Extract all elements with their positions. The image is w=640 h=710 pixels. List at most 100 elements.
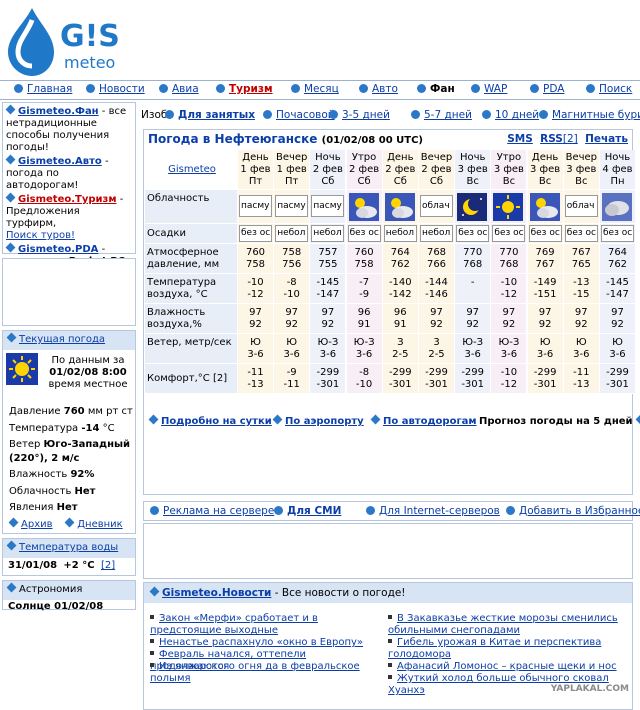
nav-label[interactable]: Поиск bbox=[599, 83, 632, 95]
nav-item-5[interactable]: Авто bbox=[359, 83, 398, 99]
nav-label[interactable]: Месяц bbox=[304, 83, 339, 95]
service-link-label[interactable]: Для Internet-серверов bbox=[379, 505, 500, 517]
nav-label[interactable]: Авиа bbox=[172, 83, 199, 95]
tab-5[interactable]: 10 дней bbox=[482, 109, 539, 121]
forecast-footer-link-2[interactable]: По автодорогам bbox=[370, 414, 477, 427]
nav-label[interactable]: PDA bbox=[543, 83, 564, 95]
news-link[interactable]: Гибель урожая в Китае и перспектива голо… bbox=[388, 637, 601, 660]
nav-label[interactable]: Главная bbox=[27, 83, 72, 95]
nav-label[interactable]: WAP bbox=[484, 83, 507, 95]
news-item[interactable]: Из январского огня да в февральское полы… bbox=[150, 661, 382, 685]
nav-item-2[interactable]: Авиа bbox=[159, 83, 199, 99]
nav-item-8[interactable]: PDA bbox=[530, 83, 564, 99]
rss-note[interactable]: [2] bbox=[563, 133, 578, 145]
cell-press: 764 762 bbox=[382, 244, 418, 274]
promo-title-link[interactable]: Gismeteo.Авто bbox=[18, 156, 102, 167]
nav-item-6[interactable]: Фан bbox=[417, 83, 455, 99]
tab-label[interactable]: 10 дней bbox=[495, 109, 539, 121]
row-label-hum: Влажность воздуха,% bbox=[145, 304, 237, 334]
tab-label[interactable]: Магнитные бури bbox=[552, 109, 640, 121]
tab-6[interactable]: Магнитные бури bbox=[539, 109, 640, 121]
news-link[interactable]: Афанасий Ломонос – красные щеки и нос bbox=[397, 661, 617, 672]
pressure-max: 768 bbox=[426, 247, 447, 258]
comfort-min: -13 bbox=[247, 379, 264, 390]
news-link[interactable]: Закон «Мерфи» сработает и в предстоящие … bbox=[150, 613, 318, 636]
nav-item-4[interactable]: Месяц bbox=[291, 83, 339, 99]
tab-label[interactable]: Почасовой bbox=[276, 109, 335, 121]
service-link-1[interactable]: Для СМИ bbox=[274, 505, 341, 517]
water-temp-note[interactable]: [2] bbox=[101, 560, 115, 571]
forecast-title: Погода в Нефтеюганске bbox=[148, 132, 318, 146]
tab-label[interactable]: Изоб bbox=[141, 109, 167, 121]
news-item[interactable]: Закон «Мерфи» сработает и в предстоящие … bbox=[150, 613, 382, 637]
promo-title-link[interactable]: Gismeteo.PDA bbox=[18, 244, 98, 255]
current-weather-link[interactable]: Текущая погода bbox=[19, 334, 105, 345]
forecast-footer-link-0[interactable]: Подробно на сутки bbox=[148, 414, 272, 427]
nav-item-3[interactable]: Туризм bbox=[216, 83, 273, 99]
forecast-footer-link-3[interactable]: Прогноз погоды на 5 дней bbox=[479, 414, 640, 427]
service-link-2[interactable]: Для Internet-серверов bbox=[366, 505, 500, 517]
svg-text:G!S: G!S bbox=[60, 19, 120, 54]
footer-link-label[interactable]: По аэропорту bbox=[285, 416, 364, 427]
gismeteo-brand-cell[interactable]: Gismeteo bbox=[145, 150, 237, 190]
news-item[interactable]: Афанасий Ломонос – красные щеки и нос bbox=[388, 661, 628, 673]
tab-2[interactable]: Почасовой bbox=[263, 109, 335, 121]
promo-title-link[interactable]: Gismeteo.Туризм bbox=[18, 194, 117, 205]
promo-link[interactable]: Поиск туров! bbox=[6, 230, 75, 241]
tab-1[interactable]: Для занятых bbox=[165, 109, 255, 121]
cell-head: День 1 фев Пт bbox=[238, 150, 273, 190]
archive-link[interactable]: Архив bbox=[21, 519, 53, 530]
rss-link[interactable]: RSS bbox=[540, 133, 563, 145]
weekday-label: Вс bbox=[502, 176, 516, 187]
news-item[interactable]: В Закавказье жесткие морозы сменились об… bbox=[388, 613, 628, 637]
diary-link[interactable]: Дневник bbox=[77, 519, 122, 530]
tab-0[interactable]: Изоб bbox=[141, 109, 167, 121]
nav-label[interactable]: Новости bbox=[99, 83, 145, 95]
nav-label[interactable]: Авто bbox=[372, 83, 398, 95]
print-link[interactable]: Печать bbox=[585, 133, 628, 145]
news-item[interactable]: Ненастье распахнуло «окно в Европу» bbox=[150, 637, 382, 649]
news-link[interactable]: В Закавказье жесткие морозы сменились об… bbox=[388, 613, 618, 636]
cell-press: 760 758 bbox=[346, 244, 382, 274]
period-label: Утро bbox=[496, 152, 522, 163]
precipitation-text: без ос bbox=[492, 225, 526, 242]
news-link[interactable]: Ненастье распахнуло «окно в Европу» bbox=[159, 637, 363, 648]
humidity-max: 97 bbox=[249, 307, 262, 318]
footer-link-label[interactable]: Подробно на сутки bbox=[161, 416, 272, 427]
promo-title-link[interactable]: Gismeteo.Фан bbox=[18, 106, 99, 117]
wind-speed: 3-6 bbox=[536, 349, 554, 360]
footer-link-label[interactable]: По автодорогам bbox=[383, 416, 477, 427]
nav-label[interactable]: Фан bbox=[430, 83, 455, 95]
news-item[interactable]: Гибель урожая в Китае и перспектива голо… bbox=[388, 637, 628, 661]
tab-label[interactable]: Для занятых bbox=[178, 109, 255, 121]
nav-item-9[interactable]: Поиск bbox=[586, 83, 632, 99]
service-link-label[interactable]: Реклама на сервере bbox=[163, 505, 274, 517]
nav-item-0[interactable]: Главная bbox=[14, 83, 72, 99]
service-link-label[interactable]: Для СМИ bbox=[287, 505, 341, 517]
news-link[interactable]: Из январского огня да в февральское полы… bbox=[150, 661, 360, 684]
humidity-min: 92 bbox=[502, 319, 516, 330]
nav-label[interactable]: Туризм bbox=[229, 83, 273, 95]
arrow-icon bbox=[272, 414, 283, 425]
sms-link[interactable]: SMS bbox=[507, 133, 533, 145]
forecast-footer-link-1[interactable]: По аэропорту bbox=[272, 414, 364, 427]
footer-link-label[interactable]: Прогноз погоды на 5 дней bbox=[479, 416, 633, 427]
astronomy-title: Астрономия bbox=[19, 584, 83, 595]
service-link-label[interactable]: Добавить в Избранное bbox=[519, 505, 640, 517]
tab-4[interactable]: 5-7 дней bbox=[411, 109, 472, 121]
tab-3[interactable]: 3-5 дней bbox=[329, 109, 390, 121]
nav-item-1[interactable]: Новости bbox=[86, 83, 145, 99]
news-head-link[interactable]: Gismeteo.Новости bbox=[162, 587, 271, 599]
tab-label[interactable]: 3-5 дней bbox=[342, 109, 390, 121]
cell-prec: без ос bbox=[455, 224, 491, 244]
gismeteo-logo[interactable]: G!S meteo bbox=[2, 2, 144, 78]
brand-link[interactable]: Gismeteo bbox=[168, 164, 216, 175]
humidity-max: 97 bbox=[321, 307, 335, 318]
nav-item-7[interactable]: WAP bbox=[471, 83, 507, 99]
tab-drop-icon bbox=[329, 110, 338, 119]
service-link-0[interactable]: Реклама на сервере bbox=[150, 505, 274, 517]
tab-label[interactable]: 5-7 дней bbox=[424, 109, 472, 121]
water-temp-link[interactable]: Температура воды bbox=[19, 542, 118, 553]
service-link-3[interactable]: Добавить в Избранное bbox=[506, 505, 640, 517]
cell-head: Вечер 1 фев Пт bbox=[274, 150, 310, 190]
